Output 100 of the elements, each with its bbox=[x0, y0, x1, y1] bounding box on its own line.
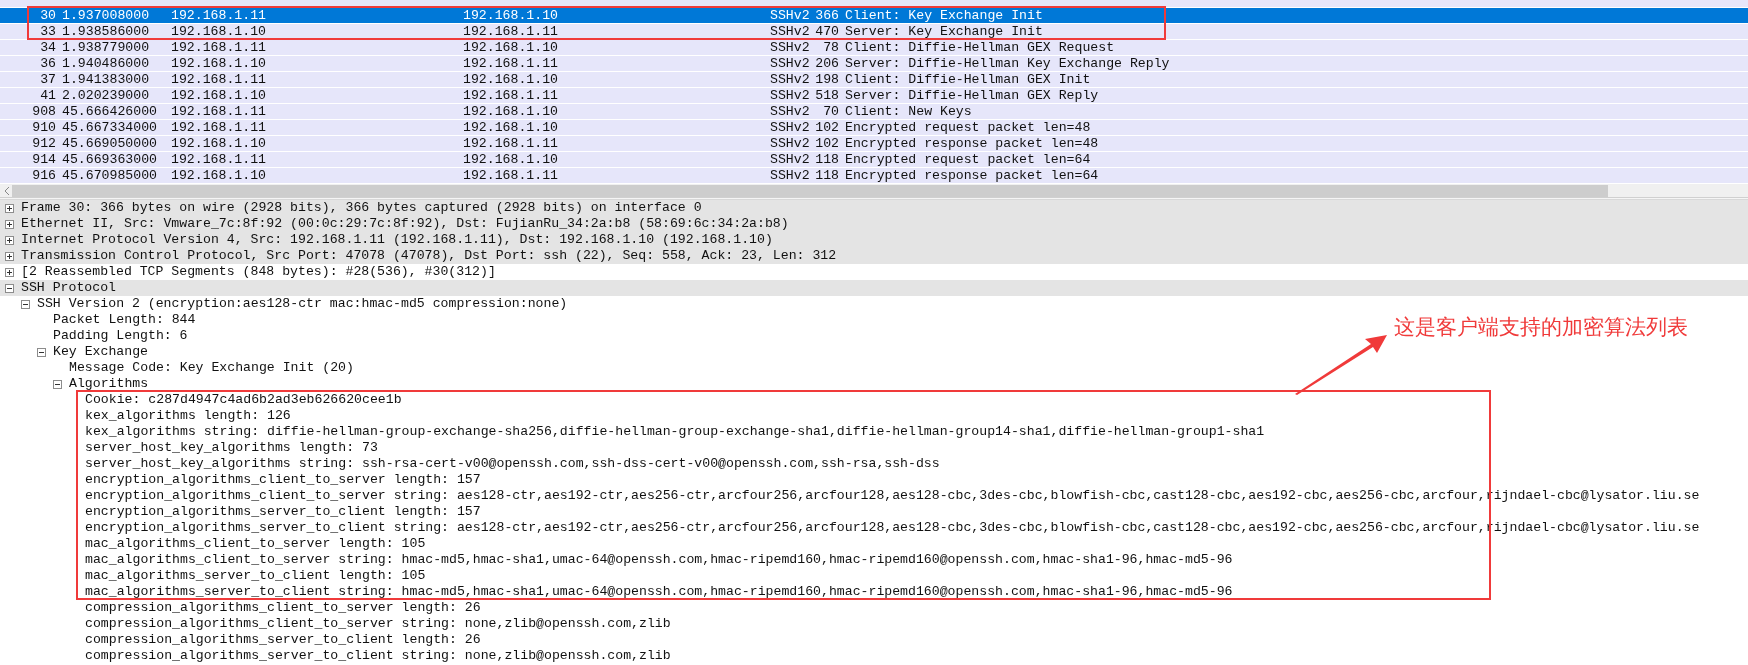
tree-item-text: Cookie: c287d4947c4ad6b2ad3eb626620cee1b bbox=[85, 392, 402, 408]
table-cell-text: 2.020239000 bbox=[62, 88, 151, 103]
minus-box-icon[interactable] bbox=[5, 283, 14, 293]
packet-row[interactable]: 41 2.020239000 192.168.1.10 192.168.1.11 SSHv2 518 Server: Diffie-Hellman GEX Reply bbox=[0, 88, 1748, 104]
table-cell-text: 192.168.1.11 bbox=[171, 104, 267, 119]
table-cell: Encrypted response packet len=48 bbox=[845, 136, 1099, 151]
packet-row[interactable]: 914 45.669363000 192.168.1.11 192.168.1.10 SSHv2 118 Encrypted request packet len=64 bbox=[0, 152, 1748, 168]
horizontal-scrollbar[interactable] bbox=[0, 184, 1748, 198]
tree-item-text: SSH Protocol bbox=[21, 280, 116, 296]
table-cell-text: 198 bbox=[814, 72, 839, 87]
tree-item-text: Algorithms bbox=[69, 376, 149, 392]
table-cell-text: 192.168.1.11 bbox=[463, 88, 559, 103]
table-cell-text: 192.168.1.11 bbox=[171, 72, 267, 87]
tree-item-text: Key Exchange bbox=[53, 344, 148, 360]
minus-box-icon[interactable] bbox=[53, 379, 62, 389]
packet-row[interactable]: 33 1.938586000 192.168.1.10 192.168.1.11 SSHv2 470 Server: Key Exchange Init bbox=[0, 24, 1748, 40]
table-cell-text: 102 bbox=[814, 136, 839, 151]
tree-item-text: encryption_algorithms_client_to_server length: 157 bbox=[85, 472, 481, 488]
table-cell-text: 910 bbox=[31, 120, 56, 135]
table-cell: Encrypted response packet len=64 bbox=[845, 168, 1099, 183]
table-cell-text: 192.168.1.11 bbox=[171, 120, 267, 135]
table-cell-text: 1.937008000 bbox=[62, 8, 151, 23]
plus-box-icon[interactable] bbox=[5, 219, 14, 229]
packet-row[interactable]: 36 1.940486000 192.168.1.10 192.168.1.11 SSHv2 206 Server: Diffie-Hellman Key Exchange Reply bbox=[0, 56, 1748, 72]
tree-row[interactable]: Ethernet II, Src: Vmware_7c:8f:92 (00:0c:29:7c:8f:92), Dst: FujianRu_34:2a:b8 (58:69:6c:34:2a:b8) bbox=[0, 216, 1748, 232]
table-cell-text: SSHv2 bbox=[770, 8, 811, 23]
table-cell-text: 192.168.1.10 bbox=[463, 152, 559, 167]
tree-item-text: Frame 30: 366 bytes on wire (2928 bits), 366 bytes captured (2928 bits) on interface 0 bbox=[21, 200, 702, 216]
tree-item-text: Packet Length: 844 bbox=[53, 312, 196, 328]
table-cell-text: 118 bbox=[814, 168, 839, 183]
tree-item-text: encryption_algorithms_server_to_client length: 157 bbox=[85, 504, 481, 520]
packet-row[interactable]: 910 45.667334000 192.168.1.11 192.168.1.10 SSHv2 102 Encrypted request packet len=48 bbox=[0, 120, 1748, 136]
table-cell-text: 192.168.1.10 bbox=[463, 104, 559, 119]
packet-row[interactable]: 34 1.938779000 192.168.1.11 192.168.1.10 SSHv2 78 Client: Diffie-Hellman GEX Request bbox=[0, 40, 1748, 56]
table-cell-text: 192.168.1.11 bbox=[463, 24, 559, 39]
tree-item-text: Internet Protocol Version 4, Src: 192.168.1.11 (192.168.1.11), Dst: 192.168.1.10 (192.168.1.10) bbox=[21, 232, 773, 248]
table-cell-text: 45.669050000 bbox=[62, 136, 158, 151]
table-cell-text: 192.168.1.10 bbox=[171, 168, 267, 183]
tree-row[interactable]: Internet Protocol Version 4, Src: 192.168.1.11 (192.168.1.11), Dst: 192.168.1.10 (192.168.1.10) bbox=[0, 232, 1748, 248]
tree-row[interactable]: SSH Protocol bbox=[0, 280, 1748, 296]
table-cell-text: 518 bbox=[814, 88, 839, 103]
minus-box-icon[interactable] bbox=[21, 299, 30, 309]
table-cell-text: 45.667334000 bbox=[62, 120, 158, 135]
packet-row[interactable]: 37 1.941383000 192.168.1.11 192.168.1.10 SSHv2 198 Client: Diffie-Hellman GEX Init bbox=[0, 72, 1748, 88]
table-cell-text: 192.168.1.10 bbox=[463, 120, 559, 135]
plus-box-icon[interactable] bbox=[5, 267, 14, 277]
table-cell-text: 41 bbox=[39, 88, 56, 103]
tree-item-text: compression_algorithms_server_to_client length: 26 bbox=[85, 632, 481, 648]
plus-box-icon[interactable] bbox=[5, 235, 14, 245]
table-cell-text: 33 bbox=[39, 24, 56, 39]
tree-item-text: Message Code: Key Exchange Init (20) bbox=[69, 360, 354, 376]
tree-row[interactable]: Transmission Control Protocol, Src Port: 47078 (47078), Dst Port: ssh (22), Seq: 558, Ack: 23, Len: 312 bbox=[0, 248, 1748, 264]
table-cell: Server: Diffie-Hellman Key Exchange Reply bbox=[845, 56, 1170, 71]
table-cell-text: 366 bbox=[814, 8, 839, 23]
table-cell-text: SSHv2 bbox=[770, 88, 811, 103]
tree-item-text: Padding Length: 6 bbox=[53, 328, 188, 344]
scroll-left-icon[interactable] bbox=[4, 186, 10, 195]
table-cell-text: 914 bbox=[31, 152, 56, 167]
table-cell-text: 1.941383000 bbox=[62, 72, 151, 87]
table-cell-text: 192.168.1.10 bbox=[171, 136, 267, 151]
table-cell-text: 192.168.1.10 bbox=[171, 88, 267, 103]
table-cell-text: 192.168.1.11 bbox=[463, 56, 559, 71]
table-cell-text: SSHv2 bbox=[770, 152, 811, 167]
table-cell-text: 1.938586000 bbox=[62, 24, 151, 39]
table-cell-text: SSHv2 bbox=[770, 136, 811, 151]
table-cell-text: 192.168.1.10 bbox=[171, 56, 267, 71]
plus-box-icon[interactable] bbox=[5, 203, 14, 213]
table-cell-text: 192.168.1.10 bbox=[463, 8, 559, 23]
tree-item-text: mac_algorithms_server_to_client length: 105 bbox=[85, 568, 426, 584]
table-cell-text: 192.168.1.10 bbox=[463, 72, 559, 87]
plus-box-icon[interactable] bbox=[5, 251, 14, 261]
table-cell-text: 34 bbox=[39, 40, 56, 55]
table-cell-text: 45.669363000 bbox=[62, 152, 158, 167]
table-cell-text: 192.168.1.10 bbox=[463, 40, 559, 55]
tree-row[interactable]: Frame 30: 366 bytes on wire (2928 bits), 366 bytes captured (2928 bits) on interface 0 bbox=[0, 200, 1748, 216]
table-cell-text: 70 bbox=[822, 104, 839, 119]
table-cell: Client: New Keys bbox=[845, 104, 972, 119]
table-cell-text: SSHv2 bbox=[770, 56, 811, 71]
table-cell-text: 78 bbox=[822, 40, 839, 55]
packet-row[interactable]: 30 1.937008000 192.168.1.11 192.168.1.10 SSHv2 366 Client: Key Exchange Init bbox=[0, 8, 1748, 24]
table-cell-text: 192.168.1.10 bbox=[171, 24, 267, 39]
packet-row[interactable]: 908 45.666426000 192.168.1.11 192.168.1.10 SSHv2 70 Client: New Keys bbox=[0, 104, 1748, 120]
table-cell-text: 206 bbox=[814, 56, 839, 71]
minus-box-icon[interactable] bbox=[37, 347, 46, 357]
table-cell-text: 45.670985000 bbox=[62, 168, 158, 183]
table-cell-text: 470 bbox=[814, 24, 839, 39]
scrollbar-thumb[interactable] bbox=[12, 184, 1608, 197]
table-cell-text: 36 bbox=[39, 56, 56, 71]
annotation-text: 这是客户端支持的加密算法列表 bbox=[1394, 314, 1688, 341]
packet-row[interactable]: 912 45.669050000 192.168.1.10 192.168.1.11 SSHv2 102 Encrypted response packet len=48 bbox=[0, 136, 1748, 152]
table-cell-text: 118 bbox=[814, 152, 839, 167]
table-cell-text: 192.168.1.11 bbox=[171, 8, 267, 23]
table-cell-text: SSHv2 bbox=[770, 40, 811, 55]
table-cell-text: 30 bbox=[39, 8, 56, 23]
table-cell-text: 37 bbox=[39, 72, 56, 87]
packet-row[interactable]: 916 45.670985000 192.168.1.10 192.168.1.11 SSHv2 118 Encrypted response packet len=64 bbox=[0, 168, 1748, 184]
tree-item-text: compression_algorithms_client_to_server length: 26 bbox=[85, 600, 481, 616]
table-cell: Client: Key Exchange Init bbox=[845, 8, 1043, 23]
table-cell-text: SSHv2 bbox=[770, 72, 811, 87]
table-cell: Server: Diffie-Hellman GEX Reply bbox=[845, 88, 1099, 103]
